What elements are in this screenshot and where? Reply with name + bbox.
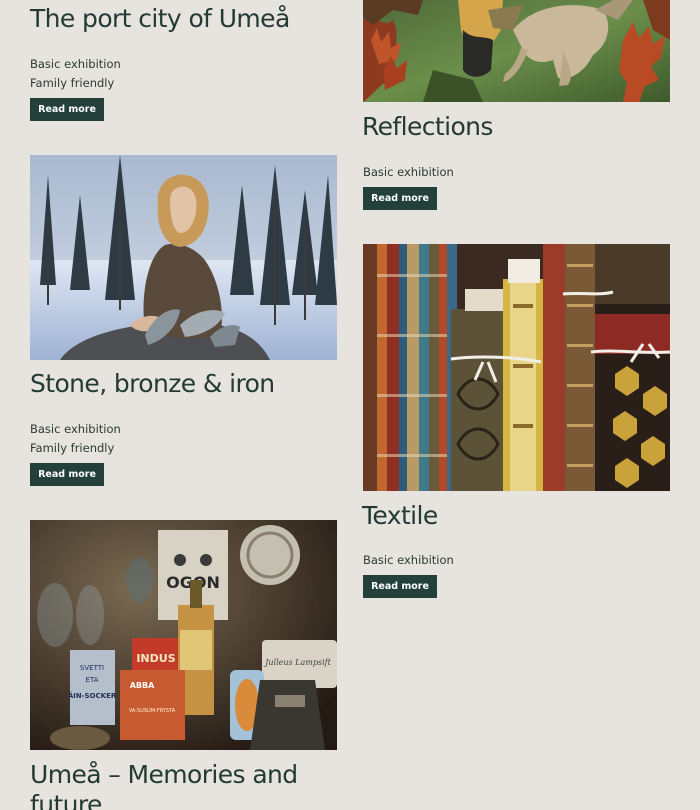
tin-label-2: ETA — [86, 676, 99, 684]
exhibition-title[interactable]: The port city of Umeå — [30, 4, 290, 34]
reflections-painting-image[interactable] — [363, 0, 670, 102]
abba-label: ABBA — [130, 681, 155, 690]
read-more-button[interactable]: Read more — [363, 575, 437, 598]
exhibition-title-line-2[interactable]: future — [30, 790, 102, 810]
read-more-button[interactable]: Read more — [30, 463, 104, 486]
tin-label-1: SVETTI — [80, 664, 104, 672]
exhibition-tag: Basic exhibition — [363, 553, 454, 567]
exhibition-tag: Family friendly — [30, 76, 115, 90]
winter-forest-photo — [30, 155, 337, 360]
read-more-button[interactable]: Read more — [363, 187, 437, 210]
tin-label-3: ÄIN-SOCKER — [68, 691, 117, 700]
memories-photo-image[interactable]: OGON Julleus Lampsift INDUS SVETTI — [30, 520, 337, 750]
exhibition-title[interactable]: Textile — [362, 501, 438, 531]
can-label: INDUS — [136, 652, 175, 665]
exhibitions-grid: The port city of Umeå Basic exhibition F… — [0, 0, 700, 810]
box-label-2: VA-SUSUM-FRYSTA — [129, 708, 176, 714]
textile-photo-image[interactable] — [363, 244, 670, 491]
exhibition-title[interactable]: Stone, bronze & iron — [30, 369, 275, 399]
exhibition-tag: Basic exhibition — [30, 422, 121, 436]
sign-label: Julleus Lampsift — [263, 658, 331, 667]
exhibition-tag: Family friendly — [30, 441, 115, 455]
exhibition-tag: Basic exhibition — [30, 57, 121, 71]
exhibition-title-line-1[interactable]: Umeå – Memories and — [30, 760, 298, 790]
stone-age-photo-image[interactable] — [30, 155, 337, 360]
painting-artwork — [363, 0, 670, 102]
exhibition-tag: Basic exhibition — [363, 165, 454, 179]
vintage-products-photo: OGON Julleus Lampsift INDUS SVETTI — [30, 520, 337, 750]
read-more-button[interactable]: Read more — [30, 98, 104, 121]
woven-textiles-photo — [363, 244, 670, 491]
exhibition-title[interactable]: Reflections — [362, 112, 493, 142]
